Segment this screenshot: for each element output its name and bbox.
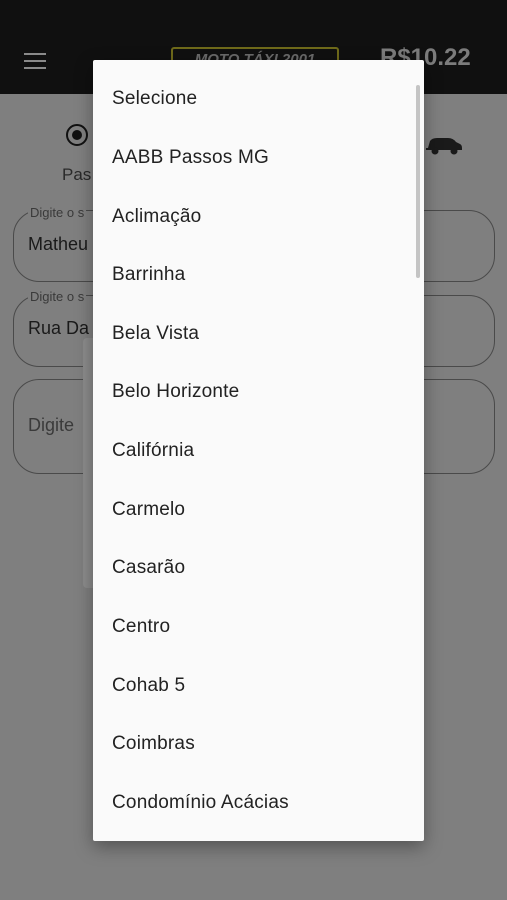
origin-field-value: Matheu xyxy=(28,234,89,254)
radio-selected-icon[interactable] xyxy=(66,124,88,146)
hamburger-menu-icon[interactable] xyxy=(24,53,46,69)
car-icon[interactable] xyxy=(424,130,464,156)
dropdown-item-selecione[interactable]: Selecione xyxy=(112,88,197,110)
dropdown-item[interactable]: Belo Horizonte xyxy=(112,381,239,403)
address-field-label: Digite o s xyxy=(28,289,87,304)
dropdown-scrollbar[interactable] xyxy=(416,85,420,278)
address-field-value: Rua Da xyxy=(28,318,90,338)
dropdown-item[interactable]: AABB Passos MG xyxy=(112,147,269,169)
reference-field-placeholder: Digite xyxy=(28,415,75,435)
ride-type-label: Pas xyxy=(62,165,92,184)
dropdown-item[interactable]: Condomínio Acácias xyxy=(112,792,289,814)
dropdown-item[interactable]: Aclimação xyxy=(112,206,201,228)
dropdown-item[interactable]: Cohab 5 xyxy=(112,675,185,697)
dropdown-item[interactable]: Casarão xyxy=(112,557,185,579)
origin-field-label: Digite o s xyxy=(28,205,87,220)
dropdown-item[interactable]: Califórnia xyxy=(112,440,194,462)
dropdown-item[interactable]: Coimbras xyxy=(112,733,195,755)
dropdown-item[interactable]: Centro xyxy=(112,616,170,638)
dropdown-item[interactable]: Bela Vista xyxy=(112,323,199,345)
neighborhood-dropdown-menu[interactable]: Selecione AABB Passos MG Aclimação Barri… xyxy=(93,60,424,841)
dropdown-item[interactable]: Barrinha xyxy=(112,264,185,286)
dropdown-item[interactable]: Carmelo xyxy=(112,499,185,521)
